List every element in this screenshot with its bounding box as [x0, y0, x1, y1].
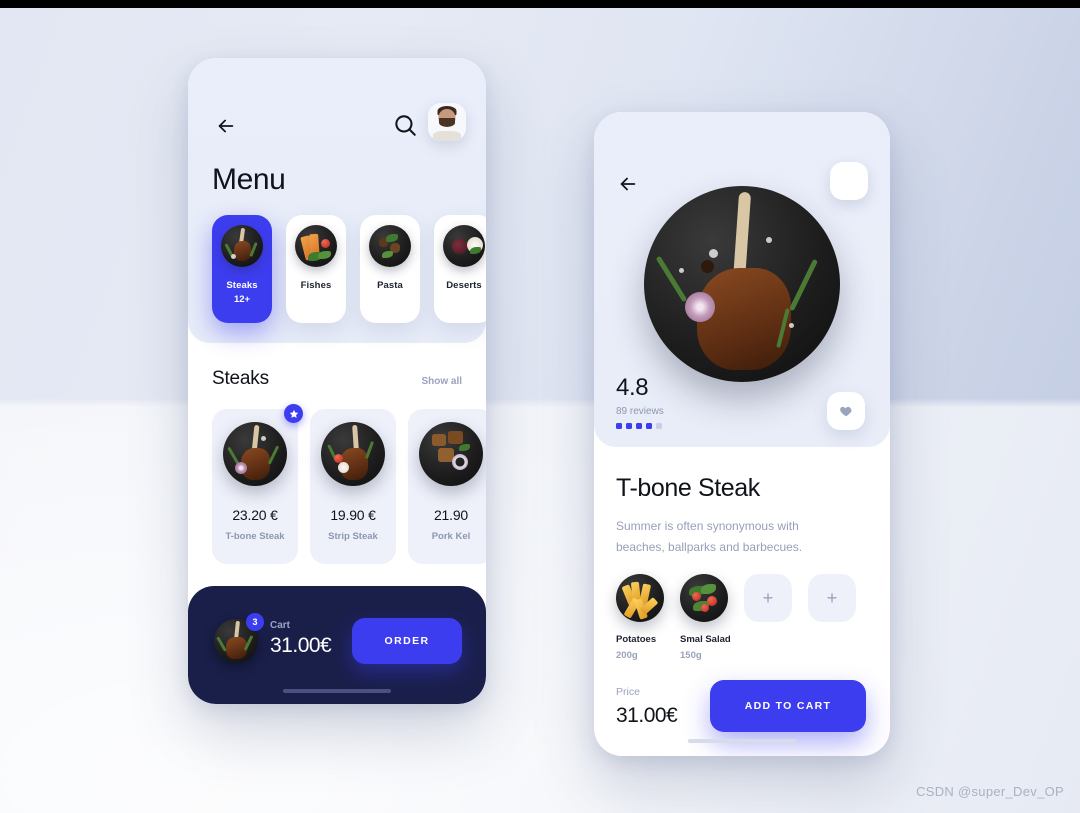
category-name: Deserts	[446, 280, 482, 291]
show-all-link[interactable]: Show all	[421, 376, 462, 387]
tbone-steak-photo	[644, 186, 840, 382]
star-icon	[284, 404, 303, 423]
price-label: Price	[616, 686, 640, 698]
product-title: T-bone Steak	[616, 474, 760, 502]
menu-item-card[interactable]: 23.20 € T-bone Steak	[212, 404, 303, 564]
favorite-button[interactable]	[827, 392, 865, 430]
cart-count-badge: 3	[246, 613, 264, 631]
detail-phone-mockup: 4.8 89 reviews T-bone Steak Summer is of…	[594, 112, 890, 756]
arrow-left-icon[interactable]	[212, 112, 240, 140]
add-side-button[interactable]: +	[808, 574, 856, 622]
top-black-bar	[0, 0, 1080, 8]
price-value: 31.00€	[616, 704, 678, 727]
home-indicator	[688, 739, 796, 743]
reviews-count: 89 reviews	[616, 406, 664, 417]
rating-dots	[616, 423, 662, 429]
rating-dot	[626, 423, 632, 429]
pasta-thumb	[369, 225, 411, 267]
rating-dot	[616, 423, 622, 429]
category-card-pasta[interactable]: Pasta	[360, 215, 420, 323]
rating-dot	[636, 423, 642, 429]
section-title: Steaks	[212, 368, 269, 389]
watermark: CSDN @super_Dev_OP	[916, 784, 1064, 799]
avatar-body	[432, 131, 462, 141]
category-card-fishes[interactable]: Fishes	[286, 215, 346, 323]
rating-dot	[656, 423, 662, 429]
page-title: Menu	[212, 163, 286, 196]
fishes-thumb	[295, 225, 337, 267]
heart-icon	[840, 406, 852, 417]
page-background	[0, 8, 1080, 813]
category-card-steaks[interactable]: Steaks 12+	[212, 215, 272, 323]
add-side-button[interactable]: +	[744, 574, 792, 622]
sides-list: Potatoes 200g Smal Salad 150g + +	[616, 574, 856, 661]
cart-bar: 3 Cart 31.00€ ORDER	[188, 586, 486, 704]
menu-nav-row	[188, 103, 486, 148]
salad-thumb	[680, 574, 728, 622]
category-name: Steaks	[226, 280, 258, 291]
avatar-face	[428, 103, 466, 141]
category-name: Pasta	[377, 280, 403, 291]
pork-kebab-thumb	[419, 422, 483, 486]
home-indicator	[283, 689, 391, 693]
side-name: Smal Salad	[680, 634, 731, 645]
menu-phone-mockup: Menu Steaks 12+ Fishes Pasta Deserts Ste…	[188, 58, 486, 704]
category-name: Fishes	[300, 280, 332, 291]
cart-total: 31.00€	[270, 634, 332, 657]
arrow-left-icon[interactable]	[614, 170, 642, 198]
product-description: Summer is often synonymous with beaches,…	[616, 519, 803, 554]
side-name: Potatoes	[616, 634, 657, 645]
side-weight: 150g	[680, 650, 702, 661]
item-name: T-bone Steak	[225, 531, 285, 542]
item-price: 21.90	[433, 507, 469, 523]
menu-item-card[interactable]: 19.90 € Strip Steak	[310, 409, 396, 564]
side-weight: 200g	[616, 650, 638, 661]
category-list: Steaks 12+ Fishes Pasta Deserts	[212, 215, 486, 323]
item-name: Strip Steak	[328, 531, 378, 542]
user-avatar[interactable]	[428, 103, 466, 141]
deserts-thumb	[443, 225, 485, 267]
steaks-thumb	[221, 225, 263, 267]
cart-label: Cart	[270, 620, 291, 631]
avatar-beard	[439, 118, 455, 128]
side-item-salad[interactable]: Smal Salad 150g	[680, 574, 731, 661]
item-name: Pork Kel	[431, 531, 471, 542]
add-to-cart-button[interactable]: ADD TO CART	[710, 680, 866, 732]
rating-dot	[646, 423, 652, 429]
side-item-potatoes[interactable]: Potatoes 200g	[616, 574, 664, 661]
section-header: Steaks Show all	[212, 368, 462, 390]
potatoes-thumb	[616, 574, 664, 622]
tbone-steak-thumb	[223, 422, 287, 486]
item-price: 23.20 €	[232, 507, 278, 523]
steak-item-list: 23.20 € T-bone Steak 19.90 € Strip Steak	[212, 404, 486, 564]
menu-item-card[interactable]: 21.90 Pork Kel	[408, 409, 486, 564]
order-button[interactable]: ORDER	[352, 618, 462, 664]
category-count: 12+	[233, 294, 251, 305]
rating-value: 4.8	[616, 374, 649, 401]
item-price: 19.90 €	[330, 507, 376, 523]
category-card-deserts[interactable]: Deserts	[434, 215, 486, 323]
strip-steak-thumb	[321, 422, 385, 486]
search-icon[interactable]	[392, 112, 418, 138]
